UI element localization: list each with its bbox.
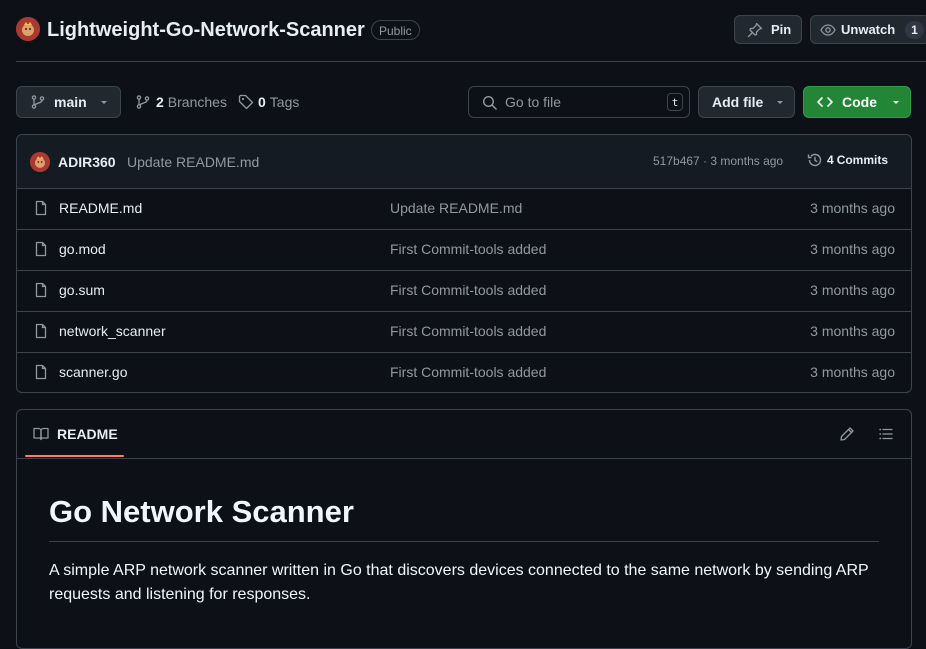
pin-button[interactable]: Pin [734,15,802,44]
branch-select-button[interactable]: main [16,86,121,118]
file-name[interactable]: network_scanner [59,323,166,339]
pin-label: Pin [771,22,792,37]
pin-icon [747,22,763,38]
file-name[interactable]: go.mod [59,241,106,257]
list-icon[interactable] [878,426,894,442]
tags-label: Tags [269,94,300,110]
tag-icon [238,94,254,110]
unwatch-label: Unwatch [841,22,896,37]
add-file-label: Add file [712,94,764,110]
author-avatar[interactable] [30,152,50,172]
watch-count: 1 [905,20,924,39]
file-date: 3 months ago [810,323,895,339]
branch-label: main [54,94,87,110]
file-icon [33,241,49,257]
book-icon [33,426,49,442]
readme-tab[interactable]: README [33,426,118,442]
chevron-down-icon [99,97,109,107]
file-commit-message[interactable]: First Commit-tools added [390,364,546,380]
file-row[interactable]: network_scanner First Commit-tools added… [17,311,911,352]
file-icon [33,282,49,298]
go-to-file-input[interactable]: Go to file t [468,86,690,118]
readme-heading: Go Network Scanner [49,494,354,529]
file-commit-message[interactable]: First Commit-tools added [390,282,546,298]
branches-label: Branches [167,94,227,110]
eye-icon [820,22,836,38]
readme-header-divider [17,458,911,459]
commits-label: Commits [836,153,889,167]
file-row[interactable]: scanner.go First Commit-tools added 3 mo… [17,352,911,393]
commits-count: 4 [827,153,834,167]
readme-paragraph: A simple ARP network scanner written in … [49,562,869,603]
pencil-icon[interactable] [839,426,855,442]
heading-divider [49,541,879,542]
repo-avatar[interactable] [16,17,40,41]
file-icon [33,364,49,380]
code-icon [816,94,834,110]
file-icon [33,200,49,216]
tags-link[interactable]: 0 Tags [238,93,299,111]
file-row[interactable]: README.md Update README.md 3 months ago [17,188,911,229]
commits-link[interactable]: 4 Commits [807,152,888,168]
repo-name[interactable]: Lightweight-Go-Network-Scanner [47,17,365,43]
file-table: ADIR360 Update README.md 517b467 · 3 mon… [16,134,912,393]
file-name[interactable]: README.md [59,200,142,216]
unwatch-button[interactable]: Unwatch 1 [810,15,926,44]
file-commit-message[interactable]: First Commit-tools added [390,323,546,339]
commit-meta[interactable]: 517b467 · 3 months ago [653,154,783,168]
header-divider [16,61,926,62]
file-list: README.md Update README.md 3 months ago … [17,188,911,393]
readme-tab-label: README [57,426,118,442]
code-label: Code [842,94,877,110]
git-branch-icon [30,94,46,110]
branches-link[interactable]: 2 Branches [135,93,227,111]
file-date: 3 months ago [810,241,895,257]
file-row[interactable]: go.sum First Commit-tools added 3 months… [17,270,911,311]
file-commit-message[interactable]: Update README.md [390,200,522,216]
git-branch-icon [135,94,151,110]
go-to-file-placeholder: Go to file [505,94,562,110]
commit-message[interactable]: Update README.md [127,154,259,170]
latest-commit-bar: ADIR360 Update README.md 517b467 · 3 mon… [17,135,911,189]
chevron-down-icon [775,97,785,107]
readme-tab-indicator [25,455,124,457]
file-name[interactable]: go.sum [59,282,105,298]
file-name[interactable]: scanner.go [59,364,128,380]
readme-panel: README Go Network Scanner A simple ARP n… [16,409,912,649]
history-icon [807,152,823,168]
search-icon [482,95,498,111]
file-date: 3 months ago [810,364,895,380]
file-date: 3 months ago [810,200,895,216]
add-file-button[interactable]: Add file [698,86,795,118]
shortcut-key: t [667,93,683,111]
commit-author[interactable]: ADIR360 [58,154,116,170]
code-button[interactable]: Code [803,86,911,118]
visibility-badge: Public [371,20,420,40]
file-icon [33,323,49,339]
tags-count: 0 [258,94,266,110]
chevron-down-icon [891,97,901,107]
branches-count: 2 [156,94,164,110]
file-date: 3 months ago [810,282,895,298]
file-commit-message[interactable]: First Commit-tools added [390,241,546,257]
file-row[interactable]: go.mod First Commit-tools added 3 months… [17,229,911,270]
